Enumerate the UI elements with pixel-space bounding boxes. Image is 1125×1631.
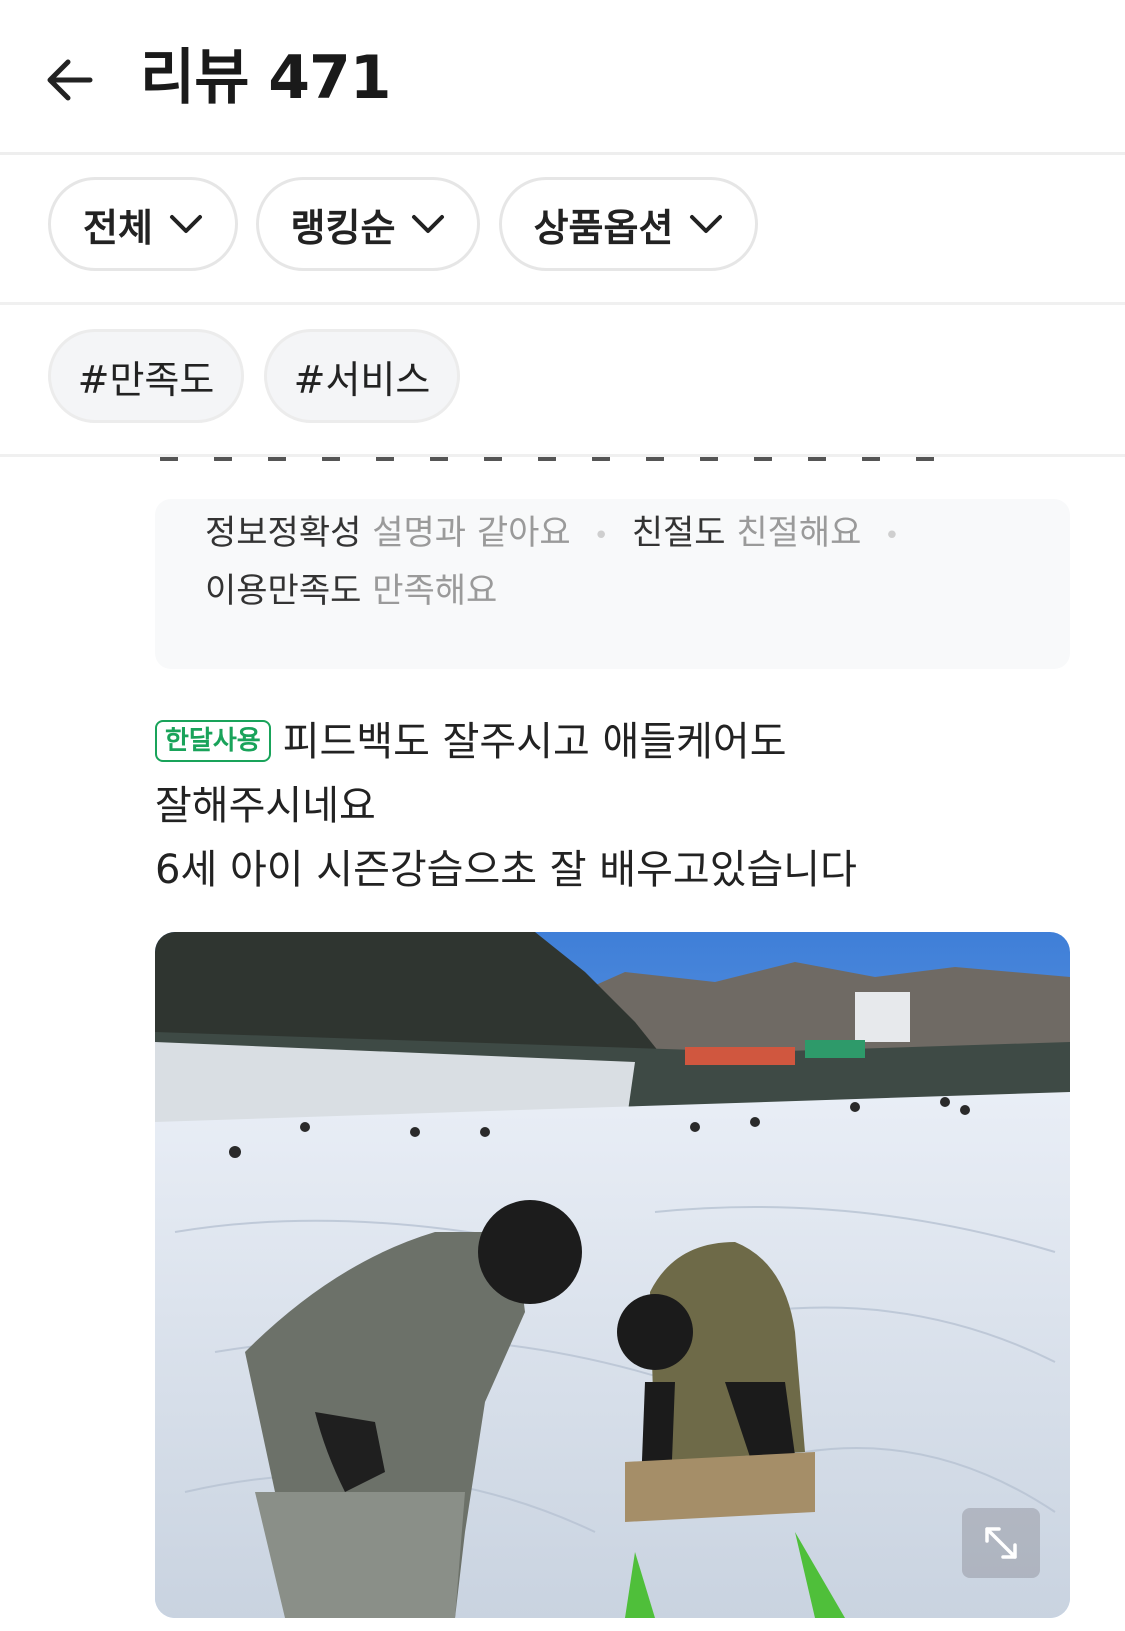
separator-dot: • (884, 521, 900, 551)
filter-all-dropdown[interactable]: 전체 (48, 177, 238, 271)
rating-line-2: 이용만족도 만족해요 (205, 569, 497, 613)
usage-badge: 한달사용 (155, 720, 271, 762)
filter-label: 랭킹순 (290, 205, 396, 250)
rating-line-1: 정보정확성 설명과 같아요 • 친절도 친절해요 • (205, 511, 912, 558)
chevron-down-icon (412, 215, 445, 233)
review-line: 6세 아이 시즌강습으초 잘 배우고있습니다 (155, 847, 857, 893)
expand-button[interactable] (962, 1508, 1040, 1578)
filter-label: 전체 (83, 205, 153, 250)
arrow-left-icon (47, 59, 93, 101)
filter-label: 상품옵션 (533, 205, 674, 250)
review-line: 잘해주시네요 (155, 783, 376, 829)
page-title: 리뷰 471 (140, 43, 392, 113)
filter-sort-dropdown[interactable]: 랭킹순 (256, 177, 480, 271)
rating-key: 친절도 (631, 513, 726, 553)
app-header: 리뷰 471 (0, 0, 1125, 155)
rating-key: 이용만족도 (205, 571, 362, 611)
rating-value: 설명과 같아요 (372, 513, 571, 553)
back-button[interactable] (40, 50, 100, 110)
rating-value: 친절해요 (736, 513, 862, 553)
rating-summary: 정보정확성 설명과 같아요 • 친절도 친절해요 • 이용만족도 만족해요 (155, 499, 1070, 669)
review-body: 한달사용 피드백도 잘주시고 애들케어도 잘해주시네요 6세 아이 시즌강습으초 … (155, 710, 1055, 902)
tag-satisfaction[interactable]: #만족도 (48, 329, 244, 423)
hashtag-bar: #만족도 #서비스 (0, 305, 1125, 457)
rating-key: 정보정확성 (205, 513, 362, 553)
chevron-down-icon (169, 215, 202, 233)
separator-dot: • (593, 521, 609, 551)
chevron-down-icon (690, 215, 723, 233)
ski-slope-image (155, 932, 1070, 1618)
tag-service[interactable]: #서비스 (264, 329, 460, 423)
filter-bar: 전체 랭킹순 상품옵션 (0, 155, 1125, 305)
expand-icon (985, 1527, 1017, 1559)
filter-option-dropdown[interactable]: 상품옵션 (499, 177, 758, 271)
rating-value: 만족해요 (372, 571, 498, 611)
review-line: 피드백도 잘주시고 애들케어도 (282, 719, 787, 765)
review-photo[interactable] (155, 932, 1070, 1618)
